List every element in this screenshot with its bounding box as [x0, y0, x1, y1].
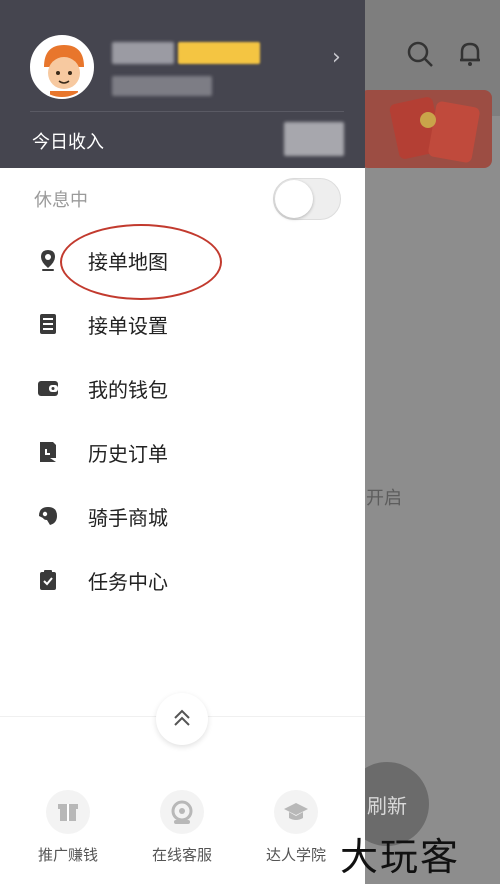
- side-drawer: › 今日收入 休息中 接单地图 接单设置 我的钱包 历史订单 骑手商城 任务中心…: [0, 0, 365, 884]
- task-clipboard-icon: [40, 570, 56, 590]
- income-value-redacted: [284, 122, 344, 156]
- header-divider: [30, 111, 344, 112]
- username-redacted: [112, 42, 174, 64]
- promo-banner: [360, 90, 492, 168]
- collapse-button[interactable]: [156, 693, 208, 745]
- search-icon: [407, 41, 433, 67]
- refresh-label: 刷新: [367, 794, 407, 818]
- menu-item-task-center[interactable]: 任务中心: [0, 552, 365, 608]
- menu-item-order-map[interactable]: 接单地图: [0, 232, 365, 288]
- profile-header[interactable]: › 今日收入: [0, 0, 365, 168]
- avatar[interactable]: [30, 35, 94, 99]
- gift-icon: [46, 790, 90, 834]
- menu-item-order-settings[interactable]: 接单设置: [0, 296, 365, 352]
- user-subtitle-redacted: [112, 76, 212, 96]
- chevron-right-icon[interactable]: ›: [332, 46, 352, 70]
- menu-label: 任务中心: [88, 570, 168, 594]
- graduation-cap-icon: [274, 790, 318, 834]
- menu-label: 接单地图: [88, 250, 168, 274]
- background-hint-text: 开启: [366, 488, 402, 509]
- menu-item-rider-shop[interactable]: 骑手商城: [0, 488, 365, 544]
- shop-icon: [39, 507, 57, 525]
- footer-referral-button[interactable]: 推广赚钱: [18, 790, 118, 870]
- menu-item-order-history[interactable]: 历史订单: [0, 424, 365, 480]
- menu-label: 历史订单: [88, 442, 168, 466]
- menu-label: 接单设置: [88, 314, 168, 338]
- footer-label: 达人学院: [265, 846, 326, 864]
- customer-service-icon: [160, 790, 204, 834]
- wallet-icon: [38, 381, 58, 396]
- footer-label: 在线客服: [151, 846, 212, 864]
- double-chevron-up-icon: [174, 709, 190, 726]
- bell-icon: [460, 42, 480, 66]
- menu-label: 我的钱包: [88, 378, 168, 402]
- work-status-toggle[interactable]: [273, 178, 341, 220]
- footer-label: 推广赚钱: [37, 846, 98, 864]
- toggle-knob: [275, 180, 313, 218]
- footer-support-button[interactable]: 在线客服: [132, 790, 232, 870]
- history-order-icon: [40, 442, 56, 462]
- menu-item-wallet[interactable]: 我的钱包: [0, 360, 365, 416]
- level-badge-redacted: [178, 42, 260, 64]
- footer-academy-button[interactable]: 达人学院: [246, 790, 346, 870]
- map-pin-icon: [41, 250, 55, 271]
- watermark-logo: 大玩客: [340, 835, 461, 879]
- income-label: 今日收入: [32, 132, 104, 153]
- avatar-face-icon: [32, 37, 92, 97]
- menu-label: 骑手商城: [88, 506, 168, 530]
- status-label: 休息中: [34, 190, 88, 211]
- settings-list-icon: [40, 314, 56, 334]
